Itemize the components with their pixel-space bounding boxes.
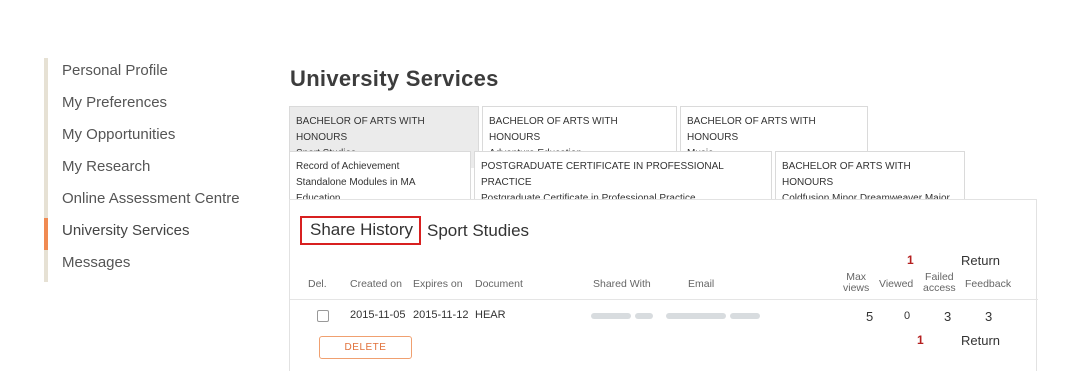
share-history-header: Share History Sport Studies xyxy=(300,216,529,245)
col-max-views: Max views xyxy=(843,272,869,294)
col-document: Document xyxy=(475,278,523,290)
page-canvas: Personal Profile My Preferences My Oppor… xyxy=(0,0,1069,371)
col-email: Email xyxy=(688,278,715,290)
row-created-on: 2015-11-05 xyxy=(350,309,406,321)
tab-title: POSTGRADUATE CERTIFICATE IN PROFESSIONAL… xyxy=(481,161,724,188)
col-del: Del. xyxy=(308,278,327,290)
col-max-views-line2: views xyxy=(843,282,870,294)
tab-title: BACHELOR OF ARTS WITH HONOURS xyxy=(782,161,911,188)
redacted-email xyxy=(666,313,726,319)
sidebar-item-my-opportunities[interactable]: My Opportunities xyxy=(44,122,254,154)
tab-title: BACHELOR OF ARTS WITH HONOURS xyxy=(489,116,618,143)
row-max-views: 5 xyxy=(866,309,874,324)
tab-title: BACHELOR OF ARTS WITH HONOURS xyxy=(687,116,816,143)
share-table-header: Del. Created on Expires on Document Shar… xyxy=(290,269,1038,300)
share-history-subheading: Sport Studies xyxy=(426,220,530,240)
delete-button[interactable]: DELETE xyxy=(319,336,412,359)
col-created-on: Created on xyxy=(350,278,402,290)
sidebar-item-my-research[interactable]: My Research xyxy=(44,154,254,186)
sidebar-item-online-assessment-centre[interactable]: Online Assessment Centre xyxy=(44,186,254,218)
col-expires-on: Expires on xyxy=(413,278,463,290)
col-viewed: Viewed xyxy=(879,278,914,290)
redacted-shared-with xyxy=(591,313,631,319)
share-history-panel: Share History Sport Studies 1 Return Del… xyxy=(289,199,1038,371)
sidebar-item-university-services[interactable]: University Services xyxy=(44,218,254,250)
row-document: HEAR xyxy=(475,309,506,321)
sidebar-nav: Personal Profile My Preferences My Oppor… xyxy=(44,58,254,282)
sidebar-item-personal-profile[interactable]: Personal Profile xyxy=(44,58,254,90)
sidebar-item-messages[interactable]: Messages xyxy=(44,250,254,282)
col-failed-line2: access xyxy=(923,282,956,294)
col-shared-with: Shared With xyxy=(593,278,651,290)
return-link-bottom[interactable]: Return xyxy=(961,333,1000,348)
row-viewed: 0 xyxy=(904,310,911,322)
col-failed-access: Failed access xyxy=(923,272,956,294)
share-history-heading: Share History xyxy=(300,216,421,245)
col-feedback: Feedback xyxy=(965,278,1012,290)
row-feedback: 3 xyxy=(985,309,993,324)
tab-title: BACHELOR OF ARTS WITH HONOURS xyxy=(296,116,425,143)
table-row: 2015-11-05 2015-11-12 HEAR 5 0 3 3 xyxy=(290,303,1038,327)
return-link-top[interactable]: Return xyxy=(961,253,1000,268)
row-delete-checkbox[interactable] xyxy=(317,310,329,322)
row-expires-on: 2015-11-12 xyxy=(413,309,469,321)
sidebar-item-my-preferences[interactable]: My Preferences xyxy=(44,90,254,122)
redacted-shared-with-2 xyxy=(635,313,653,319)
page-count-top: 1 xyxy=(907,253,914,267)
page-count-bottom: 1 xyxy=(917,333,924,347)
row-failed-access: 3 xyxy=(944,309,952,324)
tab-title: Record of Achievement xyxy=(296,161,400,172)
page-title: University Services xyxy=(290,66,499,91)
redacted-email-2 xyxy=(730,313,760,319)
